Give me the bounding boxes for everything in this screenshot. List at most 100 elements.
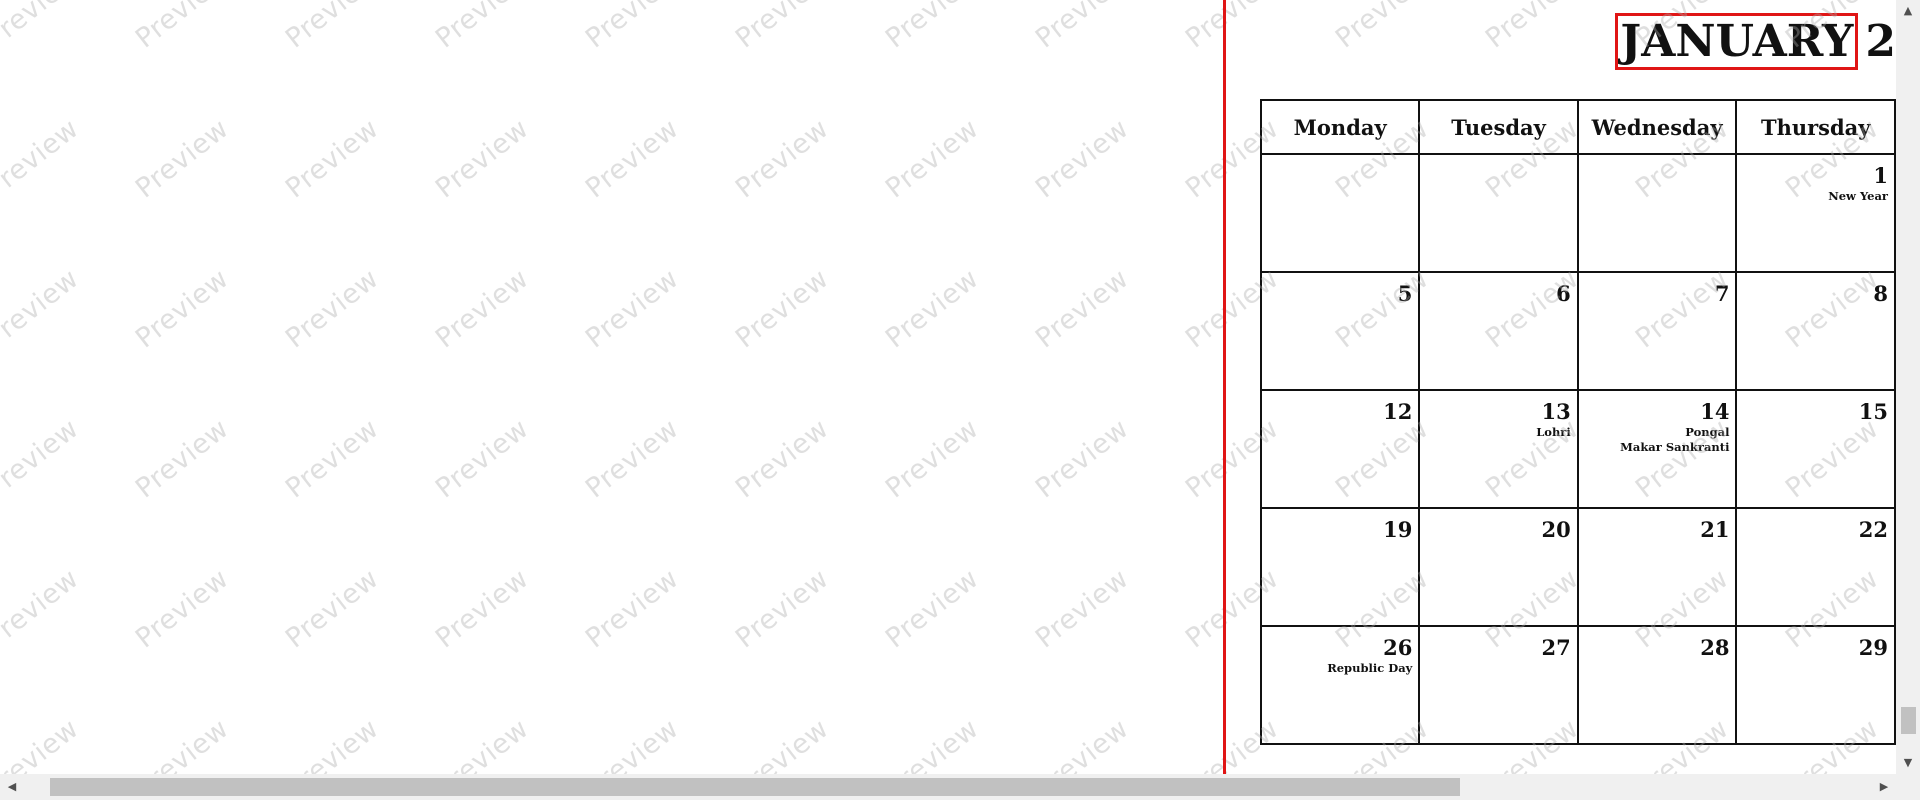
watermark-text: Preview (280, 713, 385, 774)
watermark-text: Preview (430, 563, 535, 655)
weekday-header: Tuesday (1418, 99, 1579, 155)
vertical-scroll-thumb[interactable] (1901, 707, 1916, 734)
calendar-day-cell: 14 Pongal Makar Sankranti (1576, 389, 1738, 509)
horizontal-scrollbar[interactable]: ◀ ▶ (0, 774, 1896, 800)
year-label: 2 (1865, 16, 1896, 67)
watermark-text: Preview (280, 563, 385, 655)
calendar-day-cell: 19 (1259, 507, 1421, 627)
watermark-text: Preview (1030, 0, 1135, 55)
watermark-text: Preview (730, 0, 835, 55)
watermark-text: Preview (130, 413, 235, 505)
month-title: JANUARY 2 (1615, 13, 1896, 70)
watermark-text: Preview (880, 263, 985, 355)
scroll-right-icon[interactable]: ▶ (1872, 774, 1896, 800)
weekday-header: Wednesday (1576, 99, 1738, 155)
watermark-text: Preview (880, 113, 985, 205)
watermark-text: Preview (1030, 563, 1135, 655)
watermark-text: Preview (580, 713, 685, 774)
day-number: 6 (1556, 281, 1571, 306)
watermark-text: Preview (580, 113, 685, 205)
day-number: 28 (1700, 635, 1730, 660)
holiday-label: Republic Day (1327, 661, 1413, 675)
watermark-text: Preview (280, 263, 385, 355)
watermark-text: Preview (0, 713, 85, 774)
watermark-text: Preview (130, 0, 235, 55)
calendar-day-cell: 12 (1259, 389, 1421, 509)
day-number: 22 (1858, 517, 1888, 542)
day-number: 29 (1858, 635, 1888, 660)
watermark-text: Preview (730, 113, 835, 205)
day-number: 15 (1858, 399, 1888, 424)
calendar-day-cell: 8 (1735, 271, 1896, 391)
watermark-text: Preview (880, 563, 985, 655)
scroll-up-icon[interactable]: ▲ (1896, 0, 1920, 22)
watermark-text: Preview (280, 0, 385, 55)
watermark-text: Preview (1330, 0, 1435, 55)
calendar-day-cell: 5 (1259, 271, 1421, 391)
day-number: 14 (1700, 399, 1730, 424)
watermark-text: Preview (1030, 413, 1135, 505)
watermark-text: Preview (580, 413, 685, 505)
watermark-text: Preview (1030, 713, 1135, 774)
watermark-text: Preview (0, 563, 85, 655)
day-number: 5 (1397, 281, 1413, 306)
calendar-week-row: 1 New Year (1259, 153, 1896, 273)
watermark-text: Preview (430, 263, 535, 355)
watermark-text: Preview (430, 413, 535, 505)
watermark-text: Preview (280, 413, 385, 505)
month-name: JANUARY (1615, 13, 1859, 70)
scroll-left-icon[interactable]: ◀ (0, 774, 24, 800)
watermark-text: Preview (1030, 263, 1135, 355)
holiday-label: Pongal (1685, 425, 1730, 439)
calendar-day-cell (1576, 153, 1738, 273)
watermark-text: Preview (580, 563, 685, 655)
weekday-header: Monday (1259, 99, 1421, 155)
watermark-text: Preview (730, 413, 835, 505)
calendar-day-cell: 15 (1735, 389, 1896, 509)
day-number: 21 (1700, 517, 1730, 542)
holiday-label: Makar Sankranti (1620, 440, 1730, 454)
watermark-text: Preview (1030, 113, 1135, 205)
watermark-text: Preview (430, 0, 535, 55)
vertical-scrollbar[interactable]: ▲ ▼ (1896, 0, 1920, 774)
horizontal-scroll-thumb[interactable] (50, 778, 1460, 796)
watermark-text: Preview (0, 0, 85, 55)
page-divider (1223, 0, 1226, 774)
watermark-text: Preview (880, 0, 985, 55)
watermark-text: Preview (0, 413, 85, 505)
day-number: 13 (1541, 399, 1571, 424)
calendar-day-cell: 13 Lohri (1418, 389, 1579, 509)
weekday-header: Thursday (1735, 99, 1896, 155)
day-number: 20 (1541, 517, 1571, 542)
calendar-week-row: 26 Republic Day 27 28 29 (1259, 625, 1896, 745)
calendar-day-cell: 20 (1418, 507, 1579, 627)
calendar-day-cell: 21 (1576, 507, 1738, 627)
day-number: 1 (1873, 163, 1888, 188)
watermark-text: Preview (0, 113, 85, 205)
watermark-text: Preview (580, 0, 685, 55)
watermark-text: Preview (430, 113, 535, 205)
day-number: 26 (1383, 635, 1413, 660)
watermark-text: Preview (1180, 0, 1285, 55)
calendar-day-cell: 6 (1418, 271, 1579, 391)
calendar-day-cell: 27 (1418, 625, 1579, 745)
day-number: 7 (1714, 281, 1730, 306)
watermark-text: Preview (730, 263, 835, 355)
watermark-text: Preview (130, 263, 235, 355)
calendar-grid: Monday Tuesday Wednesday Thursday 1 New Y… (1259, 99, 1896, 745)
scroll-down-icon[interactable]: ▼ (1896, 752, 1920, 774)
calendar-week-row: 12 13 Lohri 14 Pongal Makar Sankranti 15 (1259, 389, 1896, 509)
weekday-header-row: Monday Tuesday Wednesday Thursday (1259, 99, 1896, 155)
watermark-text: Preview (430, 713, 535, 774)
day-number: 27 (1541, 635, 1571, 660)
watermark-text: Preview (880, 413, 985, 505)
calendar-day-cell: 29 (1735, 625, 1896, 745)
calendar-day-cell: 1 New Year (1735, 153, 1896, 273)
calendar-day-cell: 22 (1735, 507, 1896, 627)
day-number: 12 (1383, 399, 1413, 424)
calendar-day-cell: 28 (1576, 625, 1738, 745)
calendar-week-row: 19 20 21 22 (1259, 507, 1896, 627)
watermark-text: Preview (730, 563, 835, 655)
document-viewport: JANUARY 2 Monday Tuesday Wednesday Thursd… (0, 0, 1896, 774)
watermark-text: Preview (130, 713, 235, 774)
